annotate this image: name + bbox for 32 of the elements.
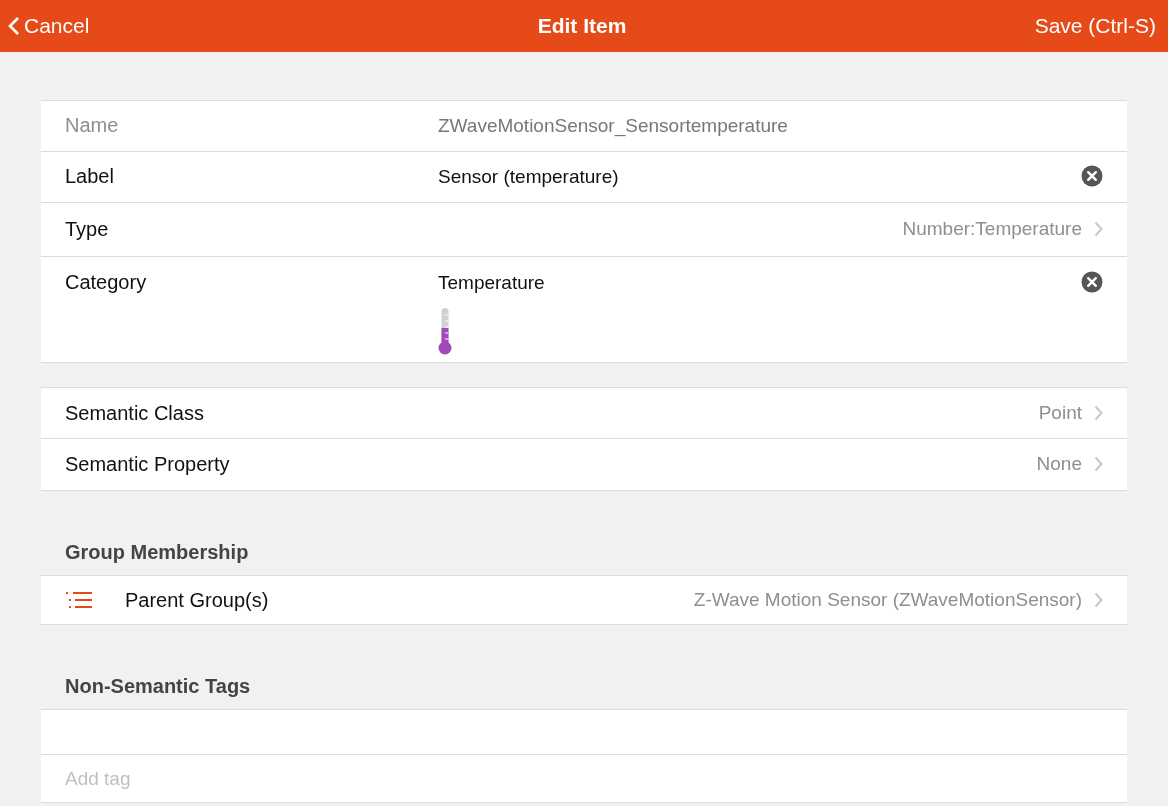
field-label: Label [65, 165, 115, 187]
add-tag-field[interactable]: Add tag [41, 754, 1127, 803]
semantic-row[interactable]: Semantic Property None [41, 438, 1127, 490]
chevron-right-icon [1094, 221, 1103, 238]
parent-group-row[interactable]: Parent Group(s) Z-Wave Motion Sensor (ZWaveMotionSensor) [41, 574, 1127, 625]
thermometer-icon [438, 306, 452, 355]
field-value: Number:Temperature [902, 217, 1082, 241]
field-value[interactable]: Temperature [438, 270, 1081, 295]
back-icon [8, 16, 20, 36]
field-label: Type [65, 218, 110, 241]
clear-icon[interactable] [1081, 270, 1103, 293]
field-value: Z-Wave Motion Sensor (ZWaveMotionSensor) [693, 587, 1082, 612]
field-label: Name [65, 114, 120, 136]
save-button[interactable]: Save (Ctrl-S) [773, 10, 1160, 42]
section-title: Non-Semantic Tags [64, 674, 252, 699]
cancel-button[interactable]: Cancel [8, 10, 391, 42]
chevron-right-icon [1094, 404, 1103, 421]
field-value: Point [1038, 400, 1082, 425]
field-label: Category [65, 270, 148, 293]
chevron-right-icon [1094, 591, 1103, 608]
list-icon [65, 590, 93, 609]
field-value: ZWaveMotionSensor_Sensortemperature [438, 114, 789, 138]
field-label: Semantic Property [65, 452, 231, 477]
semantic-row[interactable]: Semantic Class Point [41, 387, 1127, 438]
page-title: Edit Item [536, 13, 628, 40]
section-title: Group Membership [64, 539, 250, 565]
field-label: Semantic Class [65, 400, 205, 425]
field-label: Parent Group(s) [125, 587, 270, 612]
chevron-right-icon [1094, 456, 1103, 473]
field-value[interactable]: Sensor (temperature) [438, 165, 1081, 189]
field-value: None [1036, 452, 1082, 476]
clear-icon[interactable] [1081, 165, 1103, 187]
